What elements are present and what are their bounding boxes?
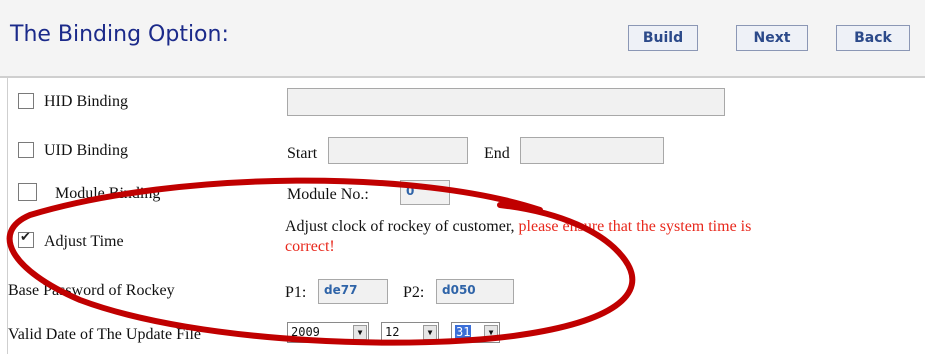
next-button[interactable]: Next [736,25,808,51]
hid-input[interactable] [287,88,725,116]
module-no-input[interactable]: 0 [400,180,450,205]
hid-binding-checkbox[interactable] [18,93,34,109]
month-select[interactable]: 12 ▼ [381,322,439,343]
hid-binding-label: HID Binding [44,93,128,110]
uid-start-input[interactable] [328,137,468,164]
chevron-down-icon[interactable]: ▼ [484,325,498,340]
valid-date-label: Valid Date of The Update File [8,326,201,343]
annotation-ellipse [6,177,636,346]
p1-label: P1: [285,284,307,301]
adjust-time-label: Adjust Time [44,233,124,250]
uid-end-input[interactable] [520,137,664,164]
chevron-down-icon[interactable]: ▼ [353,325,367,340]
adjust-desc-warning: please ensure that the system time is [514,218,752,235]
header-separator [0,76,925,78]
uid-end-label: End [484,145,510,162]
adjust-desc-warning-cont: correct! [285,238,335,255]
p1-input[interactable]: de77 [318,279,388,304]
uid-binding-label: UID Binding [44,142,128,159]
uid-binding-checkbox[interactable] [18,142,34,158]
year-select[interactable]: 2009 ▼ [287,322,369,343]
build-button[interactable]: Build [628,25,698,51]
uid-start-label: Start [287,145,318,162]
p2-input[interactable]: d050 [436,279,514,304]
back-button[interactable]: Back [836,25,910,51]
p2-label: P2: [403,284,425,301]
adjust-desc-black: Adjust clock of rockey of customer, [285,218,515,235]
module-binding-checkbox[interactable] [18,183,37,201]
page-title: The Binding Option: [10,22,229,47]
chevron-down-icon[interactable]: ▼ [423,325,437,340]
adjust-time-checkbox[interactable]: ✔ [18,230,34,248]
checkmark-icon: ✔ [20,230,31,245]
module-no-label: Module No.: [287,186,369,203]
header-bar: The Binding Option: Build Next Back [0,0,925,76]
day-select[interactable]: 31 ▼ [451,322,500,343]
module-binding-label: Module Binding [55,185,161,202]
adjust-time-description: Adjust clock of rockey of customer, plea… [285,218,751,236]
left-border [7,76,8,354]
base-password-label: Base Password of Rockey [8,282,175,299]
